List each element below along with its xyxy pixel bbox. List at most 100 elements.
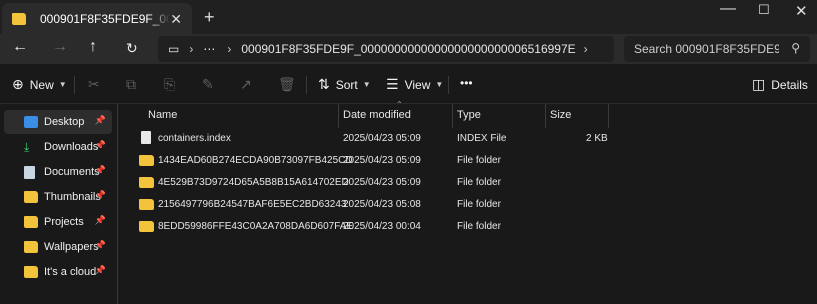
tab-close-button[interactable]: ✕ bbox=[170, 11, 182, 28]
folder-icon bbox=[24, 241, 38, 253]
file-type: File folder bbox=[457, 177, 501, 188]
details-pane-icon: ◫ bbox=[752, 76, 766, 92]
view-button[interactable]: ☰ View ▼ bbox=[386, 76, 443, 93]
file-list: ⌃ Name Date modified Type Size container… bbox=[124, 100, 817, 304]
file-type: File folder bbox=[457, 221, 501, 232]
column-header-size[interactable]: Size bbox=[550, 109, 571, 121]
copy-icon[interactable]: ⧉ bbox=[126, 76, 142, 93]
folder-icon bbox=[139, 221, 154, 232]
tab-explorer[interactable]: 000901F8F35FDE9F_00000000 ✕ bbox=[2, 3, 192, 34]
close-button[interactable]: ✕ bbox=[795, 2, 808, 20]
minimize-button[interactable]: — bbox=[720, 0, 736, 18]
file-type: INDEX File bbox=[457, 133, 507, 144]
file-type: File folder bbox=[457, 199, 501, 210]
chevron-down-icon: ▼ bbox=[58, 80, 67, 89]
title-bar: 000901F8F35FDE9F_00000000 ✕ + — ☐ ✕ bbox=[0, 0, 817, 34]
address-bar[interactable]: ▭ › ⋯ › 000901F8F35FDE9F_000000000000000… bbox=[158, 36, 614, 62]
overflow-icon[interactable]: ⋯ bbox=[203, 42, 215, 56]
folder-icon bbox=[139, 155, 154, 166]
folder-icon bbox=[24, 266, 38, 278]
pin-icon: 📌 bbox=[94, 140, 106, 150]
table-row[interactable]: 2156497796B24547BAF6E5EC2BD63243 2025/04… bbox=[136, 194, 806, 216]
search-icon: ⚲ bbox=[791, 41, 800, 55]
folder-icon bbox=[139, 199, 154, 210]
paste-icon[interactable]: ⎘ bbox=[164, 76, 181, 93]
new-button[interactable]: ⊕ New ▼ bbox=[12, 76, 67, 93]
sidebar-item-thumbnails[interactable]: Thumbnails 📌 bbox=[4, 185, 112, 209]
sidebar-item-documents[interactable]: Documents 📌 bbox=[4, 160, 112, 184]
sidebar-item-label: Wallpapers bbox=[44, 241, 99, 253]
table-row[interactable]: 8EDD59986FFE43C0A2A708DA6D607FAE 2025/04… bbox=[136, 216, 806, 238]
sidebar-item-label: Documents bbox=[44, 166, 100, 178]
column-header-date[interactable]: Date modified bbox=[343, 109, 411, 121]
rename-icon[interactable]: ✎ bbox=[202, 76, 220, 93]
file-icon bbox=[141, 131, 151, 144]
column-header-type[interactable]: Type bbox=[457, 109, 481, 121]
sidebar-item-label: Downloads bbox=[44, 141, 99, 153]
pin-icon: 📌 bbox=[94, 165, 106, 175]
view-icon: ☰ bbox=[386, 76, 399, 92]
cut-icon[interactable]: ✂ bbox=[88, 76, 106, 93]
new-tab-button[interactable]: + bbox=[204, 7, 215, 28]
sidebar-item-wallpapers[interactable]: Wallpapers 📌 bbox=[4, 235, 112, 259]
sort-icon: ⇅ bbox=[318, 76, 330, 92]
more-options-button[interactable]: ••• bbox=[460, 76, 473, 90]
sort-caret-icon: ⌃ bbox=[396, 100, 403, 109]
pin-icon: 📌 bbox=[94, 265, 106, 275]
column-header-name[interactable]: Name bbox=[148, 109, 177, 121]
desktop-icon bbox=[24, 116, 38, 128]
sidebar-item-its-a-cloud[interactable]: It's a cloud 📌 bbox=[4, 260, 112, 284]
up-icon[interactable]: ↑ bbox=[89, 38, 97, 56]
pin-icon: 📌 bbox=[94, 190, 106, 200]
command-bar: ⊕ New ▼ ✂ ⧉ ⎘ ✎ ↗ 🗑 ⇅ Sort ▼ ☰ View ▼ ••… bbox=[0, 64, 817, 104]
file-date: 2025/04/23 00:04 bbox=[343, 221, 421, 232]
monitor-icon: ▭ bbox=[168, 42, 180, 56]
table-row[interactable]: 4E529B73D9724D65A5B8B15A614702ED 2025/04… bbox=[136, 172, 806, 194]
details-button[interactable]: ◫ Details bbox=[752, 76, 808, 93]
sort-label: Sort bbox=[335, 77, 358, 92]
file-date: 2025/04/23 05:09 bbox=[343, 155, 421, 166]
file-date: 2025/04/23 05:09 bbox=[343, 177, 421, 188]
sidebar-item-label: Projects bbox=[44, 216, 84, 228]
search-input[interactable]: Search 000901F8F35FDE9F_0 ⚲ bbox=[624, 36, 810, 62]
column-divider[interactable] bbox=[608, 104, 609, 128]
folder-icon bbox=[12, 12, 26, 25]
sidebar-item-desktop[interactable]: Desktop 📌 bbox=[4, 110, 112, 134]
file-name: 4E529B73D9724D65A5B8B15A614702ED bbox=[158, 177, 349, 188]
divider bbox=[74, 76, 75, 94]
chevron-right-icon: › bbox=[583, 42, 588, 56]
forward-icon[interactable]: → bbox=[52, 38, 68, 56]
address-path: 000901F8F35FDE9F_00000000000000000000000… bbox=[241, 42, 576, 56]
new-label: New bbox=[29, 77, 54, 92]
file-type: File folder bbox=[457, 155, 501, 166]
chevron-down-icon: ▼ bbox=[435, 80, 444, 89]
delete-icon[interactable]: 🗑 bbox=[278, 76, 302, 93]
column-divider[interactable] bbox=[545, 104, 546, 128]
navigation-bar: ← → ↑ ↻ ▭ › ⋯ › 000901F8F35FDE9F_0000000… bbox=[0, 34, 817, 64]
column-divider[interactable] bbox=[452, 104, 453, 128]
share-icon[interactable]: ↗ bbox=[240, 76, 258, 93]
divider bbox=[448, 76, 449, 94]
details-label: Details bbox=[771, 77, 808, 92]
column-divider[interactable] bbox=[338, 104, 339, 128]
back-icon[interactable]: ← bbox=[12, 38, 28, 56]
sidebar-item-projects[interactable]: Projects 📌 bbox=[4, 210, 112, 234]
sidebar-item-label: Desktop bbox=[44, 116, 85, 128]
pin-icon: 📌 bbox=[94, 240, 106, 250]
sort-button[interactable]: ⇅ Sort ▼ bbox=[318, 76, 371, 93]
file-name: 1434EAD60B274ECDA90B73097FB425CD bbox=[158, 155, 353, 166]
table-row[interactable]: 1434EAD60B274ECDA90B73097FB425CD 2025/04… bbox=[136, 150, 806, 172]
table-row[interactable]: containers.index 2025/04/23 05:09 INDEX … bbox=[136, 128, 806, 150]
chevron-right-icon: › bbox=[227, 42, 232, 56]
maximize-button[interactable]: ☐ bbox=[758, 2, 770, 18]
sidebar-item-downloads[interactable]: ⤓ Downloads 📌 bbox=[4, 135, 112, 159]
sidebar-item-label: It's a cloud bbox=[44, 266, 97, 278]
search-placeholder: Search 000901F8F35FDE9F_0 bbox=[634, 42, 779, 56]
file-size: 2 KB bbox=[586, 133, 608, 144]
pin-icon: 📌 bbox=[94, 115, 106, 125]
refresh-icon[interactable]: ↻ bbox=[126, 40, 138, 57]
download-icon: ⤓ bbox=[24, 139, 30, 154]
view-label: View bbox=[404, 77, 431, 92]
file-name: containers.index bbox=[158, 133, 231, 144]
file-name: 2156497796B24547BAF6E5EC2BD63243 bbox=[158, 199, 347, 210]
